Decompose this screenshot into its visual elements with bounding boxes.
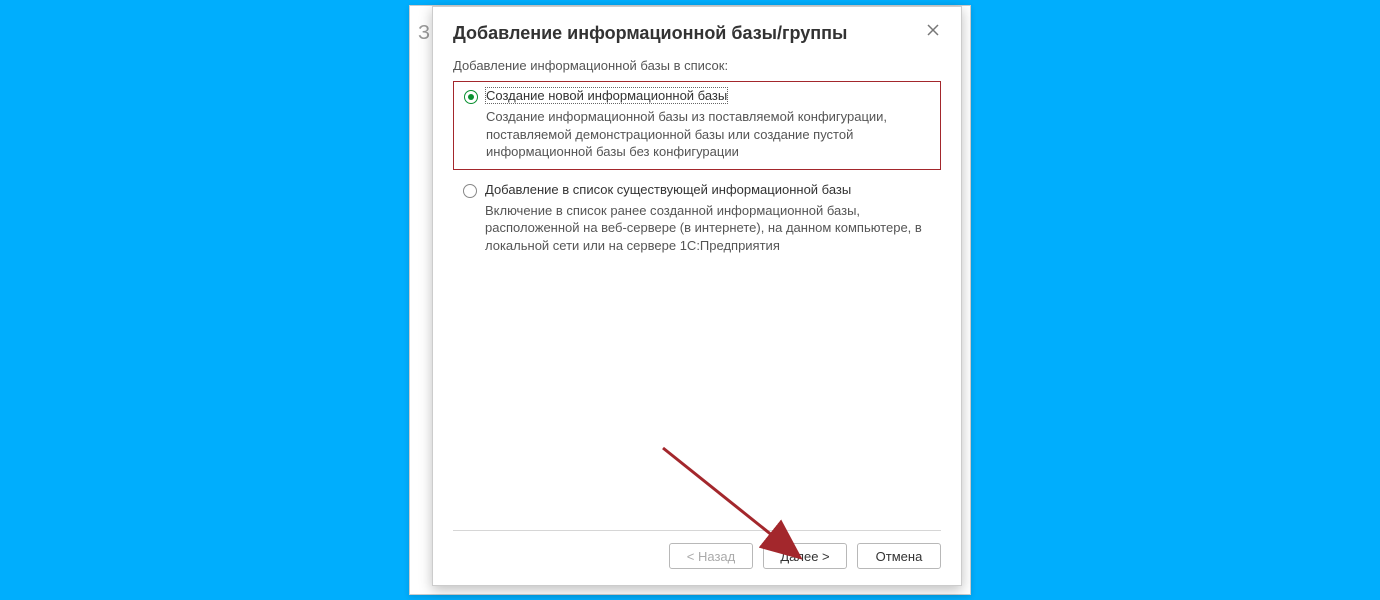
background-window: З Добавление информационной базы/группы … xyxy=(409,5,971,595)
option-create-new[interactable]: Создание новой информационной базы Созда… xyxy=(453,81,941,170)
option-desc-add-existing: Включение в список ранее созданной инфор… xyxy=(485,202,931,255)
radio-label-add-existing: Добавление в список существующей информа… xyxy=(485,182,851,197)
option-desc-create-new: Создание информационной базы из поставля… xyxy=(486,108,930,161)
dialog-body: Добавление информационной базы в список:… xyxy=(433,58,961,530)
close-icon[interactable] xyxy=(925,23,941,39)
radio-add-existing[interactable] xyxy=(463,184,477,198)
dialog-footer: < Назад Далее > Отмена xyxy=(453,530,941,585)
back-button[interactable]: < Назад xyxy=(669,543,753,569)
next-button[interactable]: Далее > xyxy=(763,543,847,569)
add-infobase-dialog: Добавление информационной базы/группы До… xyxy=(432,6,962,586)
option-add-existing[interactable]: Добавление в список существующей информа… xyxy=(453,176,941,263)
dialog-header: Добавление информационной базы/группы xyxy=(433,7,961,58)
dialog-title: Добавление информационной базы/группы xyxy=(453,23,847,44)
section-label: Добавление информационной базы в список: xyxy=(453,58,941,73)
radio-create-new[interactable] xyxy=(464,90,478,104)
background-title-fragment: З xyxy=(418,22,430,45)
radio-label-create-new: Создание новой информационной базы xyxy=(486,88,727,103)
cancel-button[interactable]: Отмена xyxy=(857,543,941,569)
